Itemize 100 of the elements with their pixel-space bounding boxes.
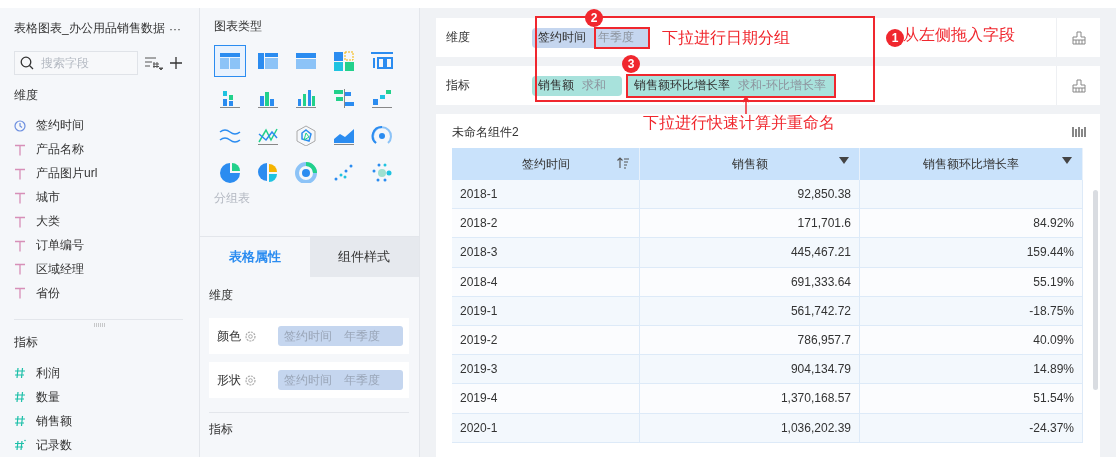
field-label: 签约时间 xyxy=(36,117,84,135)
table-cell: 1,370,168.57 xyxy=(640,384,860,414)
table-cell: 691,333.64 xyxy=(640,267,860,297)
table-cell: 171,701.6 xyxy=(640,209,860,239)
field-item[interactable]: 订单编号 xyxy=(14,233,199,258)
table-cell: 2018-4 xyxy=(452,267,640,297)
donut-chart-icon xyxy=(294,161,318,183)
chart-type-button[interactable] xyxy=(214,45,246,77)
field-label: 销售额 xyxy=(36,412,72,430)
field-item[interactable]: 产品名称 xyxy=(14,137,199,162)
more-button[interactable]: ··· xyxy=(169,20,181,37)
pointer-arrow xyxy=(742,96,750,114)
field-label: 利润 xyxy=(36,364,60,382)
field-item[interactable]: 数量 xyxy=(14,385,199,410)
section-heading: 指标 xyxy=(209,422,233,436)
annotation-note: 下拉进行快速计算并重命名 xyxy=(643,113,835,133)
search-field[interactable]: 搜索字段 xyxy=(14,51,138,75)
field-label: 省份 xyxy=(36,284,60,302)
pill-field-name: 销售额 xyxy=(538,77,574,94)
column-header[interactable]: 销售额 xyxy=(640,148,860,180)
property-label: 颜色 xyxy=(217,327,241,345)
clock-icon xyxy=(14,119,26,132)
text-type-icon xyxy=(14,191,26,204)
scrollbar[interactable] xyxy=(1093,190,1098,390)
field-item[interactable]: 销售额 xyxy=(14,409,199,434)
pie-chart-icon xyxy=(218,161,242,183)
field-item[interactable]: 签约时间 xyxy=(14,114,199,138)
field-label: 订单编号 xyxy=(36,237,84,255)
broom-icon xyxy=(1070,77,1087,94)
hash-icon xyxy=(14,439,26,452)
text-type-icon xyxy=(14,263,26,276)
table-cell: 2019-4 xyxy=(452,384,640,414)
add-button[interactable] xyxy=(170,57,182,69)
table-cell: 51.54% xyxy=(860,384,1083,414)
table-icon xyxy=(294,50,318,72)
table-cell: 786,957.7 xyxy=(640,325,860,356)
table-cell: 2019-1 xyxy=(452,296,640,326)
field-label: 记录数 xyxy=(36,436,72,454)
shelf-label: 指标 xyxy=(445,77,471,94)
table-cell: 904,134.79 xyxy=(640,355,860,385)
table-cell: 159.44% xyxy=(860,238,1083,268)
text-type-icon xyxy=(14,239,26,252)
table-cell: 92,850.38 xyxy=(640,180,860,210)
section-heading: 维度 xyxy=(14,87,39,104)
section-heading: 指标 xyxy=(14,334,39,352)
dots-icon xyxy=(94,323,106,328)
column-header[interactable]: 签约时间 xyxy=(452,148,640,180)
bubble-chart-icon xyxy=(370,161,394,183)
pill-field-name: 签约时间 xyxy=(538,29,586,46)
field-item[interactable]: 城市 xyxy=(14,185,199,210)
shelf-label: 维度 xyxy=(445,29,471,46)
annotation-note: 下拉进行日期分组 xyxy=(662,28,790,48)
field-label: 产品图片url xyxy=(36,165,98,183)
gear-icon xyxy=(245,330,256,342)
tiles-icon xyxy=(332,50,356,72)
text-type-icon xyxy=(14,215,26,228)
table-cell: 2020-1 xyxy=(452,413,640,443)
field-pill[interactable]: 签约时间 年季度 xyxy=(532,27,650,48)
table-cell: 2018-1 xyxy=(452,180,640,210)
plus-icon xyxy=(170,57,182,69)
field-pill[interactable]: 销售额 求和 xyxy=(532,75,622,96)
table-cell: 561,742.72 xyxy=(640,296,860,326)
field-item[interactable]: 区域经理 xyxy=(14,257,199,282)
table-cell: 2018-2 xyxy=(452,209,640,239)
table-cell: 2018-3 xyxy=(452,238,640,268)
pill-aggregation: 求和 xyxy=(582,77,606,94)
field-label: 大类 xyxy=(36,213,60,231)
panel-heading: 图表类型 xyxy=(214,19,262,33)
drag-handle-icon[interactable] xyxy=(94,323,106,328)
field-pill[interactable]: 销售额环比增长率 求和-环比增长率 xyxy=(628,75,834,96)
widget-title: 未命名组件2 xyxy=(452,123,519,141)
field-item[interactable]: 记录数 xyxy=(14,433,199,457)
text-type-icon xyxy=(14,287,26,300)
gear-icon xyxy=(245,374,256,386)
bars-icon xyxy=(1072,127,1086,137)
table-cell: 2019-3 xyxy=(452,355,640,385)
text-type-icon xyxy=(14,143,26,156)
pill-aggregation: 年季度 xyxy=(594,26,650,49)
sort-fields-button[interactable] xyxy=(144,56,164,70)
column-header[interactable]: 销售额环比增长率 xyxy=(860,148,1083,180)
bar-chart-icon xyxy=(294,87,318,109)
table-cell: 40.09% xyxy=(860,325,1083,356)
field-item[interactable]: 省份 xyxy=(14,281,199,306)
field-item[interactable]: 大类 xyxy=(14,209,199,234)
property-label: 形状 xyxy=(217,371,241,389)
table-cell: 84.92% xyxy=(860,209,1083,239)
section-heading: 维度 xyxy=(209,287,234,304)
property-tab[interactable]: 组件样式 xyxy=(309,237,419,277)
pill-aggregation: 求和-环比增长率 xyxy=(738,77,826,94)
caret-icon xyxy=(839,157,849,164)
dataset-title: 表格图表_办公用品销售数据 xyxy=(14,20,165,37)
field-label: 产品名称 xyxy=(36,141,84,159)
hash-icon xyxy=(14,367,26,380)
field-item[interactable]: 产品图片url xyxy=(14,161,199,186)
radar-icon xyxy=(294,124,318,146)
field-label: 数量 xyxy=(36,388,60,406)
step-chart-icon xyxy=(370,87,394,109)
table-icon xyxy=(218,50,242,72)
field-item[interactable]: 利润 xyxy=(14,361,199,386)
chart-toggle-button[interactable] xyxy=(1072,127,1086,137)
